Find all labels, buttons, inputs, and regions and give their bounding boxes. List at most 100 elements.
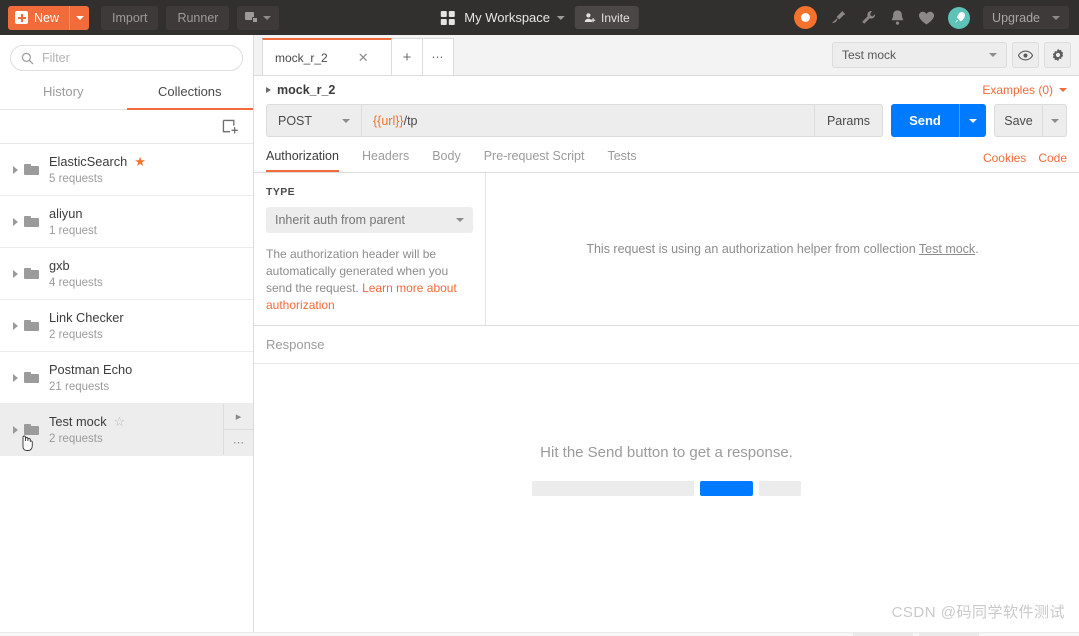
send-button[interactable]: Send <box>891 104 959 137</box>
collection-name-label: gxb <box>49 258 70 273</box>
tab-pre-request-script[interactable]: Pre-request Script <box>484 149 585 172</box>
helper-collection-link[interactable]: Test mock <box>919 242 975 256</box>
expand-arrow-icon[interactable] <box>8 425 22 434</box>
tab-headers[interactable]: Headers <box>362 149 409 172</box>
request-tab-label: mock_r_2 <box>275 50 328 65</box>
search-input[interactable]: Filter <box>10 45 243 71</box>
list-item-test-mock[interactable]: Test mock ☆ 2 requests ▸ ⋯ <box>0 404 253 456</box>
cookies-link[interactable]: Cookies <box>983 151 1026 165</box>
upgrade-button[interactable]: Upgrade <box>983 6 1069 29</box>
expand-arrow-icon <box>266 87 271 93</box>
environment-area: Test mock <box>832 42 1071 68</box>
expand-arrow-icon[interactable] <box>8 321 22 330</box>
request-tab-mock-r-2[interactable]: mock_r_2 ✕ <box>262 38 392 75</box>
tab-authorization[interactable]: Authorization <box>266 149 339 172</box>
environment-settings-button[interactable] <box>1044 42 1071 68</box>
save-button[interactable]: Save <box>994 104 1042 137</box>
tab-body-label: Body <box>432 149 461 163</box>
expand-arrow-icon[interactable] <box>8 373 22 382</box>
expand-arrow-icon[interactable] <box>8 165 22 174</box>
sidebar-tab-collections[interactable]: Collections <box>126 80 253 110</box>
request-url-row: POST {{url}}/tp Params Send Save <box>254 104 1079 137</box>
search-icon <box>21 52 34 64</box>
send-dropdown-button[interactable] <box>959 104 986 137</box>
tab-tests-label: Tests <box>607 149 637 163</box>
import-button-label: Import <box>112 10 148 25</box>
authorization-type-selector[interactable]: Inherit auth from parent <box>266 207 473 233</box>
bell-icon[interactable] <box>890 9 905 26</box>
expand-arrow-icon[interactable] <box>8 217 22 226</box>
expand-arrow-icon[interactable] <box>8 269 22 278</box>
list-item[interactable]: Link Checker 2 requests <box>0 300 253 352</box>
heart-icon[interactable] <box>918 10 935 26</box>
chevron-down-icon <box>456 218 464 222</box>
add-tab-button[interactable]: + <box>392 38 423 75</box>
rocket-icon[interactable] <box>948 6 971 29</box>
list-item[interactable]: gxb 4 requests <box>0 248 253 300</box>
star-outline-icon[interactable]: ☆ <box>114 415 126 428</box>
close-icon[interactable]: ✕ <box>358 50 369 66</box>
list-item[interactable]: aliyun 1 request <box>0 196 253 248</box>
sidebar-tab-history[interactable]: History <box>0 80 127 110</box>
new-collection-icon[interactable] <box>222 119 239 135</box>
params-button[interactable]: Params <box>815 104 883 137</box>
folder-icon <box>24 371 39 384</box>
new-window-icon <box>245 12 259 23</box>
response-placeholder: Hit the Send button to get a response. <box>254 364 1079 636</box>
invite-button[interactable]: Invite <box>575 6 639 29</box>
save-button-group: Save <box>994 104 1067 137</box>
authorization-helper-message-area: This request is using an authorization h… <box>486 173 1079 325</box>
star-filled-icon[interactable]: ★ <box>134 155 146 168</box>
gear-icon <box>1052 48 1063 62</box>
new-button-group[interactable]: New <box>8 5 90 30</box>
workspace-selector-area: My Workspace Invite <box>440 6 639 29</box>
topbar-right-icons: Upgrade <box>794 6 1071 29</box>
new-window-button[interactable] <box>237 5 280 30</box>
list-item[interactable]: ElasticSearch ★ 5 requests <box>0 144 253 196</box>
runner-button[interactable]: Runner <box>166 5 230 30</box>
runner-button-label: Runner <box>177 10 219 25</box>
workspace-selector[interactable]: My Workspace <box>464 10 566 25</box>
placeholder-bar-right <box>759 481 801 496</box>
code-link[interactable]: Code <box>1038 151 1067 165</box>
chevron-down-icon <box>1052 15 1060 20</box>
request-section-tabs: Authorization Headers Body Pre-request S… <box>254 137 1079 173</box>
chevron-down-icon <box>1050 118 1059 123</box>
http-method-selector[interactable]: POST <box>266 104 361 137</box>
chevron-down-icon <box>1059 88 1067 92</box>
environment-selector[interactable]: Test mock <box>832 42 1007 68</box>
upgrade-label: Upgrade <box>992 10 1040 25</box>
satellite-icon[interactable] <box>830 9 847 26</box>
authorization-helper-message: This request is using an authorization h… <box>586 242 978 256</box>
sidebar-tab-collections-label: Collections <box>157 84 222 99</box>
import-button[interactable]: Import <box>101 5 159 30</box>
tab-body[interactable]: Body <box>432 149 461 172</box>
url-input[interactable]: {{url}}/tp <box>361 104 815 137</box>
collection-name: aliyun <box>49 206 97 221</box>
examples-dropdown[interactable]: Examples (0) <box>982 83 1067 97</box>
list-item[interactable]: Postman Echo 21 requests <box>0 352 253 404</box>
tab-options-button[interactable]: ⋯ <box>423 38 454 75</box>
new-button[interactable]: New <box>8 6 69 30</box>
chevron-down-icon <box>263 15 272 20</box>
params-label: Params <box>826 113 871 128</box>
collection-run-arrow-icon[interactable]: ▸ <box>224 404 253 429</box>
wrench-icon[interactable] <box>860 9 877 26</box>
folder-icon <box>24 319 39 332</box>
collection-name-label: Postman Echo <box>49 362 133 377</box>
save-dropdown-button[interactable] <box>1042 104 1067 137</box>
collection-name: Link Checker <box>49 310 124 325</box>
tab-authorization-label: Authorization <box>266 149 339 163</box>
collection-list: ElasticSearch ★ 5 requests aliyun 1 requ… <box>0 144 253 636</box>
tab-tests[interactable]: Tests <box>607 149 636 172</box>
postman-logo-icon[interactable] <box>794 6 818 29</box>
tab-headers-label: Headers <box>361 149 410 163</box>
collection-request-count: 21 requests <box>49 381 110 393</box>
new-button-dropdown[interactable] <box>69 5 89 30</box>
collection-more-icon[interactable]: ⋯ <box>224 429 253 455</box>
environment-quick-look-button[interactable] <box>1012 42 1039 68</box>
breadcrumb[interactable]: mock_r_2 <box>266 83 335 97</box>
invite-label: Invite <box>601 10 630 25</box>
response-placeholder-bars <box>532 481 801 496</box>
collection-name-label: Link Checker <box>49 310 124 325</box>
